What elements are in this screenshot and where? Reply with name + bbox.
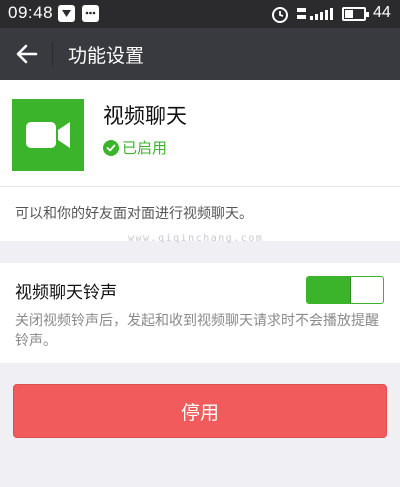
ringtone-title: 视频聊天铃声 bbox=[15, 283, 117, 303]
chat-bubble-icon bbox=[82, 5, 99, 22]
status-badge: 已启用 bbox=[122, 139, 168, 157]
video-camera-icon bbox=[12, 99, 84, 171]
back-button[interactable] bbox=[12, 40, 42, 68]
feature-description: 可以和你的好友面对面进行视频聊天。 bbox=[15, 206, 253, 222]
nav-divider bbox=[52, 42, 53, 66]
shield-icon bbox=[58, 5, 75, 22]
watermark: www.qiqinchang.com bbox=[128, 233, 264, 244]
feature-header: 视频聊天 已启用 bbox=[0, 80, 400, 186]
status-bar: 09:48 44 bbox=[0, 0, 400, 28]
nav-bar: 功能设置 bbox=[0, 28, 400, 80]
page-title: 功能设置 bbox=[68, 45, 145, 67]
feature-status: 已启用 bbox=[103, 137, 167, 158]
check-circle-icon bbox=[103, 139, 119, 156]
ringtone-setting: 视频聊天铃声 关闭视频铃声后，发起和收到视频聊天请求时不会播放提醒铃声。 bbox=[0, 263, 400, 363]
alarm-icon bbox=[270, 4, 290, 24]
signal-icon bbox=[296, 6, 336, 22]
status-time: 09:48 bbox=[8, 3, 54, 22]
feature-name: 视频聊天 bbox=[103, 104, 187, 128]
divider bbox=[0, 186, 400, 187]
arrow-left-icon bbox=[16, 44, 38, 64]
battery-level: 44 bbox=[373, 4, 391, 21]
battery-icon bbox=[342, 7, 369, 21]
toggle-fill bbox=[307, 277, 345, 303]
toggle-knob bbox=[345, 277, 351, 303]
ringtone-toggle[interactable] bbox=[306, 276, 384, 304]
disable-button[interactable]: 停用 bbox=[13, 384, 387, 438]
ringtone-description: 关闭视频铃声后，发起和收到视频聊天请求时不会播放提醒铃声。 bbox=[15, 313, 379, 349]
